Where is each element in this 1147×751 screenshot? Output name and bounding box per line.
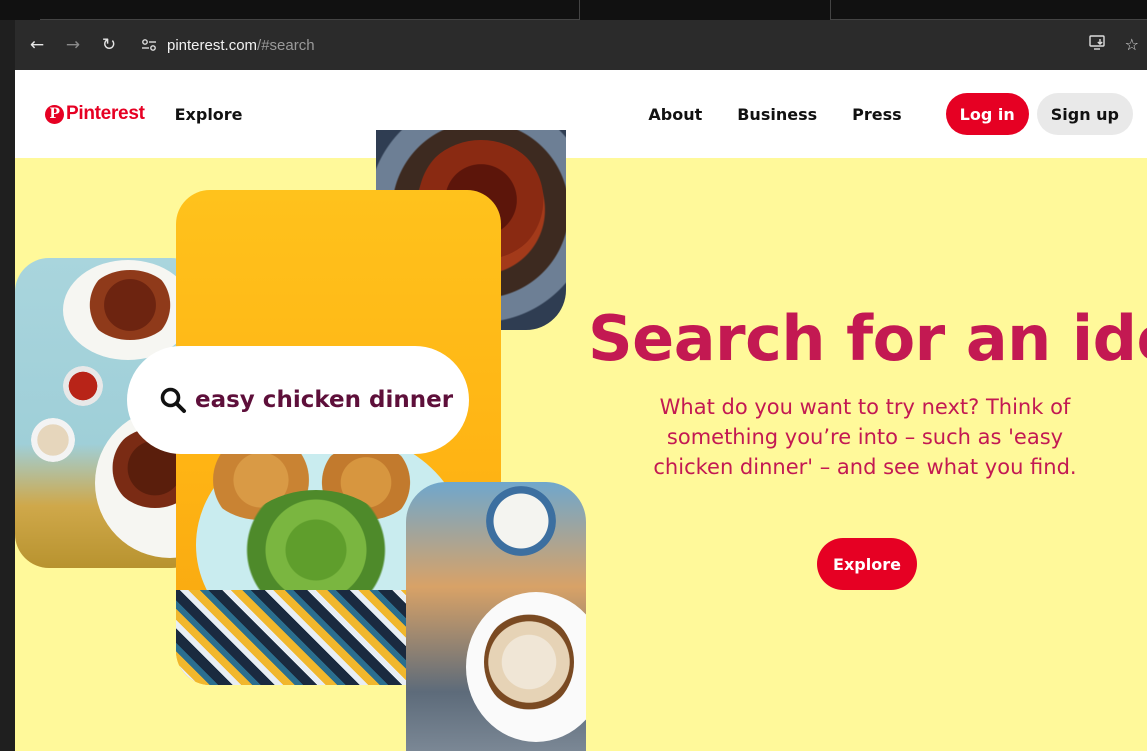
url-host: pinterest.com	[167, 36, 258, 54]
food-photo-chicken-rice	[406, 482, 586, 751]
food-sesame-bowl	[31, 418, 75, 462]
hero-title: Search for an idea	[588, 302, 1147, 375]
nav-press-link[interactable]: Press	[852, 105, 902, 124]
back-arrow-icon[interactable]: ←	[23, 31, 51, 59]
logo-text: Pinterest	[66, 103, 145, 124]
address-bar[interactable]: pinterest.com/#search	[167, 37, 315, 54]
nav-business-link[interactable]: Business	[737, 105, 817, 124]
window-edge	[0, 20, 15, 751]
browser-tab[interactable]	[40, 0, 580, 20]
food-sauce-bowl	[63, 366, 103, 406]
browser-tab[interactable]	[830, 0, 1147, 20]
explore-button[interactable]: Explore	[817, 538, 917, 590]
search-query-text: easy chicken dinner	[195, 387, 454, 413]
nav-about-link[interactable]: About	[648, 105, 702, 124]
food-sliced-chicken	[484, 612, 574, 712]
bookmark-star-icon[interactable]: ☆	[1125, 35, 1139, 55]
site-settings-icon[interactable]	[137, 33, 161, 57]
pinterest-page: P Pinterest Explore About Business Press…	[15, 70, 1147, 751]
pinterest-logo[interactable]: P Pinterest	[45, 103, 145, 125]
search-icon	[160, 387, 186, 413]
install-app-icon[interactable]	[1088, 35, 1107, 55]
search-query-pill: easy chicken dinner	[127, 346, 469, 454]
forward-arrow-icon[interactable]: →	[59, 31, 87, 59]
pinterest-p-icon: P	[45, 104, 64, 124]
monitor-download-icon	[1088, 35, 1105, 50]
food-rice-bowl	[486, 486, 556, 556]
browser-toolbar: ← → ↻ pinterest.com/#search ☆	[15, 20, 1147, 70]
hero-description: What do you want to try next? Think of s…	[653, 395, 1077, 479]
browser-tab-strip	[0, 0, 1147, 20]
nav-explore-link[interactable]: Explore	[175, 105, 243, 124]
signup-button[interactable]: Sign up	[1036, 93, 1133, 135]
site-header: P Pinterest Explore About Business Press…	[15, 70, 1147, 158]
food-wings	[85, 270, 175, 340]
login-button[interactable]: Log in	[945, 93, 1029, 135]
url-path: /#search	[257, 36, 315, 54]
tune-icon	[142, 39, 156, 51]
reload-icon[interactable]: ↻	[95, 31, 123, 59]
